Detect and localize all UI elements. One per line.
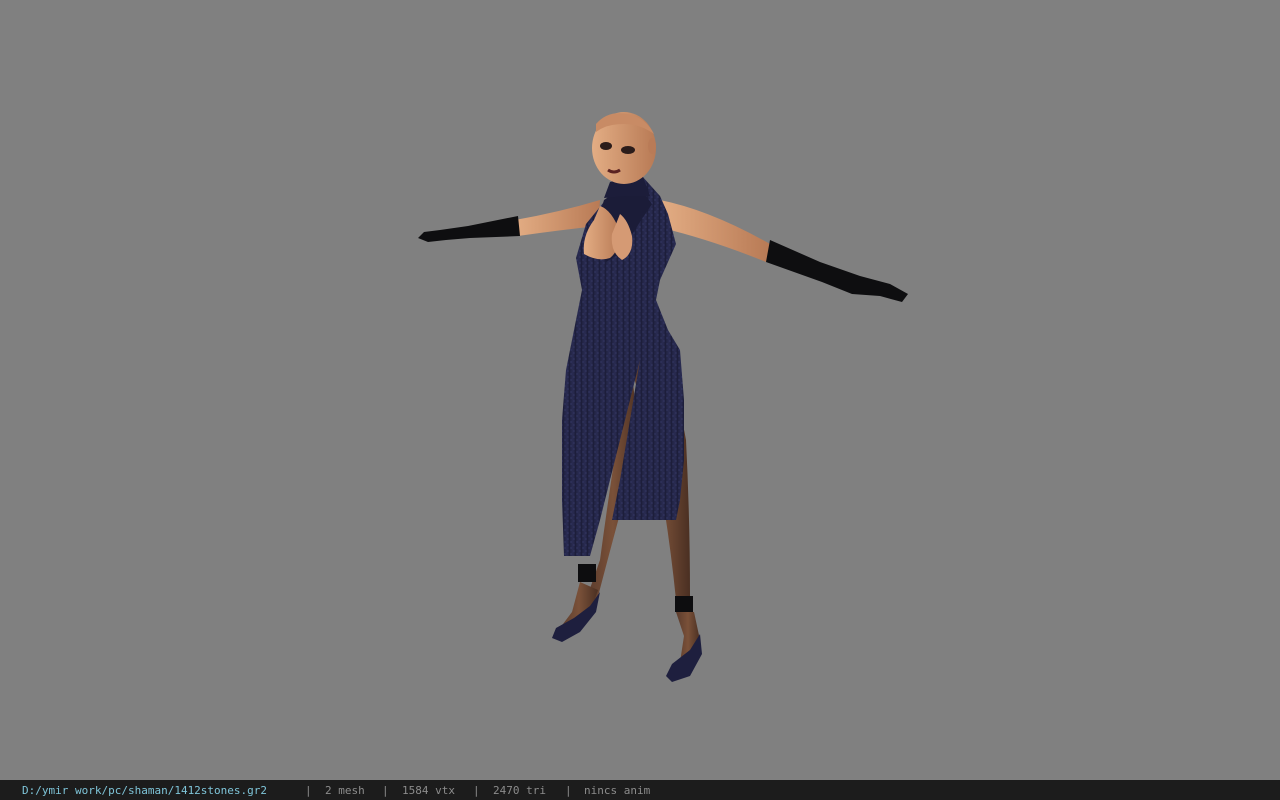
separator: | [382,784,389,797]
file-path: D:/ymir work/pc/shaman/1412stones.gr2 [22,784,268,797]
status-bar: D:/ymir work/pc/shaman/1412stones.gr2 | … [0,780,1280,800]
vertex-count: 1584 vtx [402,784,455,797]
character-model [418,112,908,682]
head [592,112,656,184]
separator: | [473,784,480,797]
separator: | [305,784,312,797]
3d-viewport[interactable] [0,0,1280,780]
separator: | [565,784,572,797]
animation-status: nincs anim [584,784,651,797]
right-arm [660,200,908,302]
triangle-count: 2470 tri [493,784,546,797]
left-arm [418,200,600,242]
mesh-count: 2 mesh [325,784,365,797]
